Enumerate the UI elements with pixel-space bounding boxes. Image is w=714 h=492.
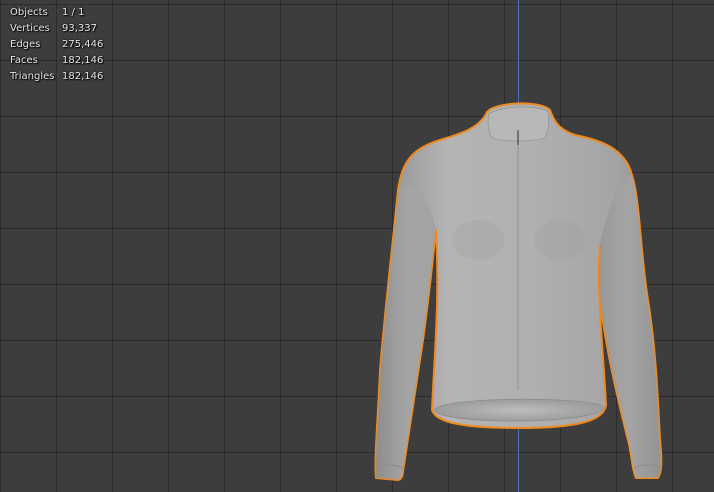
3d-viewport[interactable]: Objects 1 / 1 Vertices 93,337 Edges 275,…	[0, 0, 714, 492]
chest-shade-right	[534, 220, 586, 260]
left-sleeve-shade	[375, 185, 436, 480]
jersey-mesh-object[interactable]	[0, 0, 714, 492]
chest-shade-left	[452, 220, 504, 260]
